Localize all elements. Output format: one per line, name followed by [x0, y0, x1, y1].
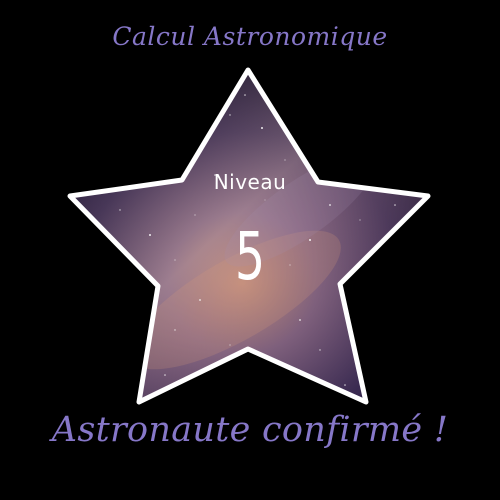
- rank-title: Astronaute confirmé !: [51, 410, 449, 450]
- level-label: Niveau: [213, 170, 287, 194]
- level-number: 5: [234, 218, 266, 295]
- badge-screen: Calcul Astronomique Niveau 5 Astronaute …: [0, 0, 500, 500]
